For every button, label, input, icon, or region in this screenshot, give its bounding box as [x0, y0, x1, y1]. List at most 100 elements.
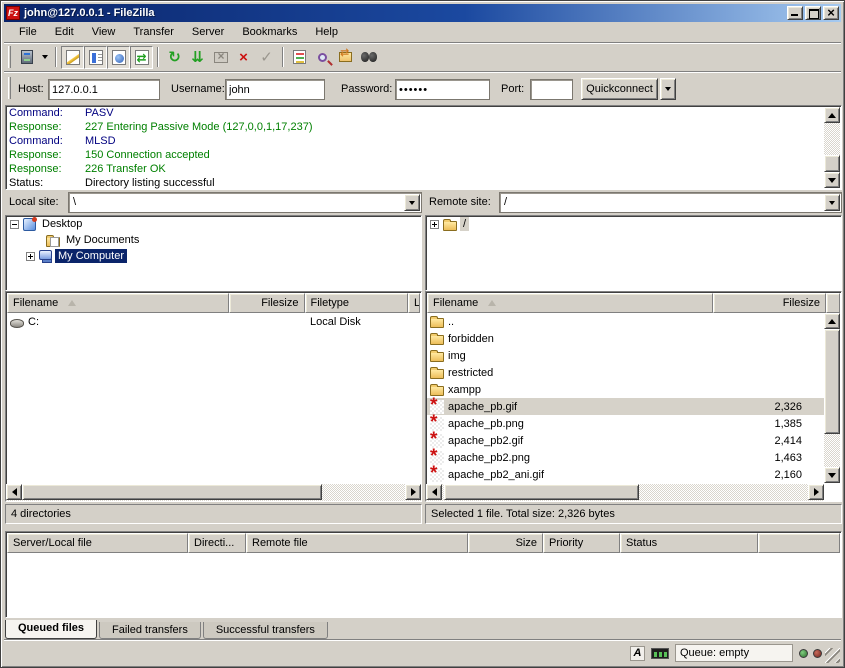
scroll-left-button[interactable] — [6, 484, 22, 500]
scroll-right-button[interactable] — [808, 484, 824, 500]
tree-item-label[interactable]: My Documents — [63, 233, 142, 247]
local-hscrollbar[interactable] — [6, 484, 421, 501]
local-list-body[interactable]: C: Local Disk — [7, 313, 420, 483]
scroll-down-button[interactable] — [824, 467, 840, 483]
toolbar-grip[interactable] — [8, 46, 11, 68]
host-input[interactable] — [48, 79, 160, 100]
column-header-size[interactable]: Size — [468, 533, 543, 553]
remote-vscrollbar[interactable] — [824, 313, 840, 483]
tree-item-desktop[interactable]: Desktop — [6, 216, 421, 232]
quickconnect-button[interactable]: Quickconnect — [581, 78, 658, 100]
column-header-priority[interactable]: Priority — [543, 533, 620, 553]
close-button[interactable] — [823, 6, 839, 20]
expand-icon[interactable] — [430, 220, 439, 229]
site-manager-button[interactable] — [15, 46, 38, 69]
process-queue-button[interactable]: ⇊ — [186, 46, 209, 69]
column-header-filename[interactable]: Filename — [427, 293, 713, 313]
remote-list-body[interactable]: .. forbidden img restricted xampp apache… — [427, 313, 824, 483]
directory-comparison-button[interactable] — [334, 46, 357, 69]
site-manager-dropdown-button[interactable] — [38, 46, 51, 69]
directory-filters-button[interactable] — [288, 46, 311, 69]
tree-item-my-computer[interactable]: My Computer — [6, 248, 421, 264]
toggle-local-tree-button[interactable] — [84, 46, 107, 69]
file-search-button[interactable] — [311, 46, 334, 69]
minimize-button[interactable] — [787, 6, 803, 20]
password-input[interactable] — [395, 79, 490, 100]
tree-item-label[interactable]: My Computer — [55, 249, 127, 263]
scroll-up-button[interactable] — [824, 313, 840, 329]
local-site-dropdown-button[interactable] — [404, 194, 420, 211]
column-header-status[interactable]: Status — [620, 533, 758, 553]
local-tree[interactable]: Desktop My Documents My Computer — [5, 215, 422, 291]
file-row-c-drive[interactable]: C: Local Disk — [7, 313, 420, 330]
remote-tree[interactable]: / — [425, 215, 842, 291]
local-site-combobox[interactable]: \ — [68, 192, 422, 213]
file-row[interactable]: apache_pb2.gif2,414 — [427, 432, 824, 449]
queue-body[interactable] — [7, 553, 840, 616]
synchronized-browsing-button[interactable] — [357, 46, 380, 69]
datatype-indicator-icon[interactable]: A — [630, 646, 645, 661]
menu-server[interactable]: Server — [183, 24, 233, 40]
reconnect-button[interactable]: ✓ — [255, 46, 278, 69]
scroll-left-button[interactable] — [426, 484, 442, 500]
column-header-filesize[interactable]: Filesize — [229, 293, 305, 313]
tree-item-my-documents[interactable]: My Documents — [6, 232, 421, 248]
menu-bookmarks[interactable]: Bookmarks — [233, 24, 306, 40]
scroll-down-button[interactable] — [824, 172, 840, 188]
file-row[interactable]: restricted — [427, 364, 824, 381]
cancel-operation-button[interactable] — [209, 46, 232, 69]
username-input[interactable] — [225, 79, 325, 100]
file-row[interactable]: img — [427, 347, 824, 364]
scroll-up-button[interactable] — [824, 107, 840, 123]
menu-transfer[interactable]: Transfer — [124, 24, 183, 40]
column-header-filename[interactable]: Filename — [7, 293, 229, 313]
speedlimit-indicator-icon[interactable] — [651, 648, 669, 659]
file-row[interactable]: apache_pb2.png1,463 — [427, 449, 824, 466]
menu-view[interactable]: View — [83, 24, 125, 40]
column-header-server-local-file[interactable]: Server/Local file — [7, 533, 188, 553]
column-header-filetype[interactable]: Filetype — [305, 293, 409, 313]
message-log[interactable]: Command:PASV Response:227 Entering Passi… — [5, 105, 842, 190]
log-scrollbar[interactable] — [824, 107, 840, 188]
tree-item-label[interactable]: / — [460, 217, 469, 231]
file-row[interactable]: apache_pb2_ani.gif2,160 — [427, 466, 824, 483]
file-row[interactable]: forbidden — [427, 330, 824, 347]
menu-help[interactable]: Help — [306, 24, 347, 40]
toggle-transfer-queue-button[interactable] — [130, 46, 153, 69]
remote-site-combobox[interactable]: / — [499, 192, 842, 213]
column-header-lastmodified[interactable]: L — [408, 293, 420, 313]
file-row[interactable]: apache_pb.png1,385 — [427, 415, 824, 432]
column-header-direction[interactable]: Directi... — [188, 533, 246, 553]
tab-queued-files[interactable]: Queued files — [5, 620, 97, 639]
column-header-remote-file[interactable]: Remote file — [246, 533, 468, 553]
file-row-selected[interactable]: apache_pb.gif2,326 — [427, 398, 824, 415]
scroll-right-button[interactable] — [405, 484, 421, 500]
file-row[interactable]: xampp — [427, 381, 824, 398]
resize-grip[interactable] — [825, 648, 840, 663]
menu-edit[interactable]: Edit — [46, 24, 83, 40]
disconnect-button[interactable]: × — [232, 46, 255, 69]
expand-icon[interactable] — [26, 252, 35, 261]
scroll-thumb[interactable] — [444, 484, 639, 500]
quickconnect-grip[interactable] — [8, 77, 11, 99]
scroll-thumb[interactable] — [824, 155, 840, 172]
refresh-button[interactable]: ↻ — [163, 46, 186, 69]
tree-item-root[interactable]: / — [426, 216, 841, 232]
scroll-thumb[interactable] — [22, 484, 322, 500]
tab-successful-transfers[interactable]: Successful transfers — [203, 622, 328, 639]
scroll-thumb[interactable] — [824, 329, 840, 434]
menu-file[interactable]: File — [10, 24, 46, 40]
remote-site-dropdown-button[interactable] — [824, 194, 840, 211]
quickconnect-dropdown-button[interactable] — [660, 78, 676, 100]
remote-hscrollbar[interactable] — [426, 484, 824, 501]
port-input[interactable] — [530, 79, 573, 100]
title-bar[interactable]: Fz john@127.0.0.1 - FileZilla — [4, 4, 841, 22]
tree-item-label[interactable]: Desktop — [39, 217, 85, 231]
maximize-button[interactable] — [805, 6, 821, 20]
toggle-message-log-button[interactable] — [61, 46, 84, 69]
file-row[interactable]: .. — [427, 313, 824, 330]
column-header-filesize[interactable]: Filesize — [713, 293, 826, 313]
tab-failed-transfers[interactable]: Failed transfers — [99, 622, 201, 639]
collapse-icon[interactable] — [10, 220, 19, 229]
toggle-remote-tree-button[interactable] — [107, 46, 130, 69]
